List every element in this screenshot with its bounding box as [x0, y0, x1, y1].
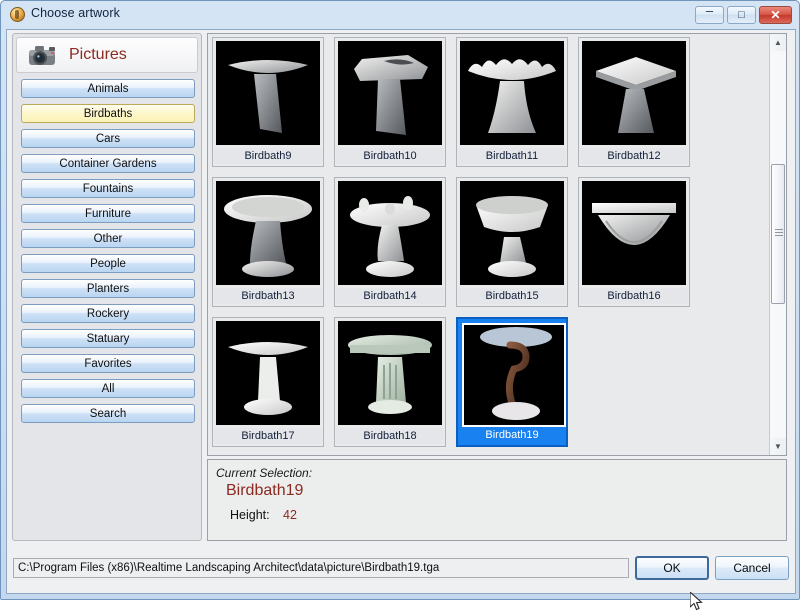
artwork-tile[interactable]: Birdbath13	[212, 177, 324, 307]
artwork-thumbnail-image	[462, 323, 566, 427]
grid-scrollbar[interactable]: ▲ ▼	[769, 34, 786, 455]
artwork-tile-label: Birdbath18	[336, 428, 444, 444]
sidebar-item-rockery[interactable]: Rockery	[21, 304, 195, 323]
artwork-thumbnail-image	[338, 181, 442, 285]
artwork-tile[interactable]: Birdbath19	[456, 317, 568, 447]
window-title: Choose artwork	[31, 6, 120, 20]
sidebar-item-birdbaths[interactable]: Birdbaths	[21, 104, 195, 123]
sidebar-item-other[interactable]: Other	[21, 229, 195, 248]
artwork-tile[interactable]: Birdbath16	[578, 177, 690, 307]
current-selection-panel: Current Selection: Birdbath19 Height: 42	[207, 459, 787, 541]
artwork-tile[interactable]: Birdbath17	[212, 317, 324, 447]
artwork-tile-label: Birdbath14	[336, 288, 444, 304]
artwork-tile[interactable]: Birdbath9	[212, 37, 324, 167]
dialog-client-area: Pictures Animals Birdbaths Cars Container G…	[6, 29, 796, 611]
artwork-tile-label: Birdbath13	[214, 288, 322, 304]
minimize-button[interactable]: –	[695, 3, 724, 24]
artwork-tile-label: Birdbath10	[336, 148, 444, 164]
artwork-tile-label: Birdbath11	[458, 148, 566, 164]
artwork-thumbnail-image	[216, 41, 320, 145]
sidebar-title: Pictures	[69, 46, 127, 63]
current-selection-label: Current Selection:	[216, 466, 313, 480]
artwork-thumbnail-image	[582, 181, 686, 285]
title-bar[interactable]: Choose artwork – □ ✕	[1, 1, 800, 28]
artwork-thumbnail-image	[216, 181, 320, 285]
artwork-tile-label: Birdbath12	[580, 148, 688, 164]
camera-icon	[29, 46, 55, 65]
sidebar-item-statuary[interactable]: Statuary	[21, 329, 195, 348]
sidebar-item-cars[interactable]: Cars	[21, 129, 195, 148]
dialog-window: Choose artwork – □ ✕ Pictures Animals Bi…	[0, 0, 800, 611]
artwork-tile[interactable]: Birdbath15	[456, 177, 568, 307]
artwork-tile-label: Birdbath19	[459, 427, 565, 443]
artwork-thumbnail-image	[216, 321, 320, 425]
artwork-thumbnail-image	[338, 41, 442, 145]
artwork-tile-label: Birdbath15	[458, 288, 566, 304]
artwork-tile-label: Birdbath17	[214, 428, 322, 444]
sidebar-item-search[interactable]: Search	[21, 404, 195, 423]
artwork-thumbnail-image	[460, 41, 564, 145]
artwork-tile[interactable]: Birdbath10	[334, 37, 446, 167]
height-value: 42	[283, 508, 297, 522]
artwork-tile[interactable]: Birdbath18	[334, 317, 446, 447]
sidebar-item-people[interactable]: People	[21, 254, 195, 273]
artwork-grid-panel: Birdbath9 Birdbath10 Birdbath11 Birdbath12 B…	[207, 33, 787, 456]
scroll-up-icon[interactable]: ▲	[770, 34, 786, 51]
current-selection-name: Birdbath19	[226, 482, 304, 499]
artwork-tile[interactable]: Birdbath11	[456, 37, 568, 167]
close-button[interactable]: ✕	[759, 6, 792, 24]
category-sidebar: Pictures Animals Birdbaths Cars Container G…	[12, 33, 202, 541]
ok-button[interactable]: OK	[635, 556, 709, 580]
sidebar-item-animals[interactable]: Animals	[21, 79, 195, 98]
scrollbar-grip-icon	[775, 229, 783, 237]
minimize-icon: –	[705, 3, 714, 18]
close-icon: ✕	[770, 8, 781, 22]
cancel-button[interactable]: Cancel	[715, 556, 789, 580]
artwork-tile[interactable]: Birdbath12	[578, 37, 690, 167]
artwork-tile-label: Birdbath9	[214, 148, 322, 164]
sidebar-item-furniture[interactable]: Furniture	[21, 204, 195, 223]
artwork-thumbnail-image	[460, 181, 564, 285]
artwork-tile[interactable]: Birdbath14	[334, 177, 446, 307]
sidebar-item-fountains[interactable]: Fountains	[21, 179, 195, 198]
file-path-field[interactable]: C:\Program Files (x86)\Realtime Landscap…	[13, 558, 629, 578]
sidebar-item-container-gardens[interactable]: Container Gardens	[21, 154, 195, 173]
artwork-grid: Birdbath9 Birdbath10 Birdbath11 Birdbath12 B…	[208, 34, 770, 455]
sidebar-item-all[interactable]: All	[21, 379, 195, 398]
sidebar-item-favorites[interactable]: Favorites	[21, 354, 195, 373]
artwork-thumbnail-image	[338, 321, 442, 425]
app-circle-icon	[10, 7, 25, 22]
artwork-thumbnail-image	[582, 41, 686, 145]
height-label: Height:	[230, 508, 270, 522]
sidebar-item-planters[interactable]: Planters	[21, 279, 195, 298]
sidebar-header: Pictures	[16, 37, 198, 73]
scrollbar-thumb[interactable]	[771, 164, 785, 304]
maximize-button[interactable]: □	[727, 6, 756, 24]
mouse-cursor	[690, 592, 703, 611]
scroll-down-icon[interactable]: ▼	[770, 438, 786, 455]
artwork-tile-label: Birdbath16	[580, 288, 688, 304]
maximize-icon: □	[738, 8, 745, 21]
